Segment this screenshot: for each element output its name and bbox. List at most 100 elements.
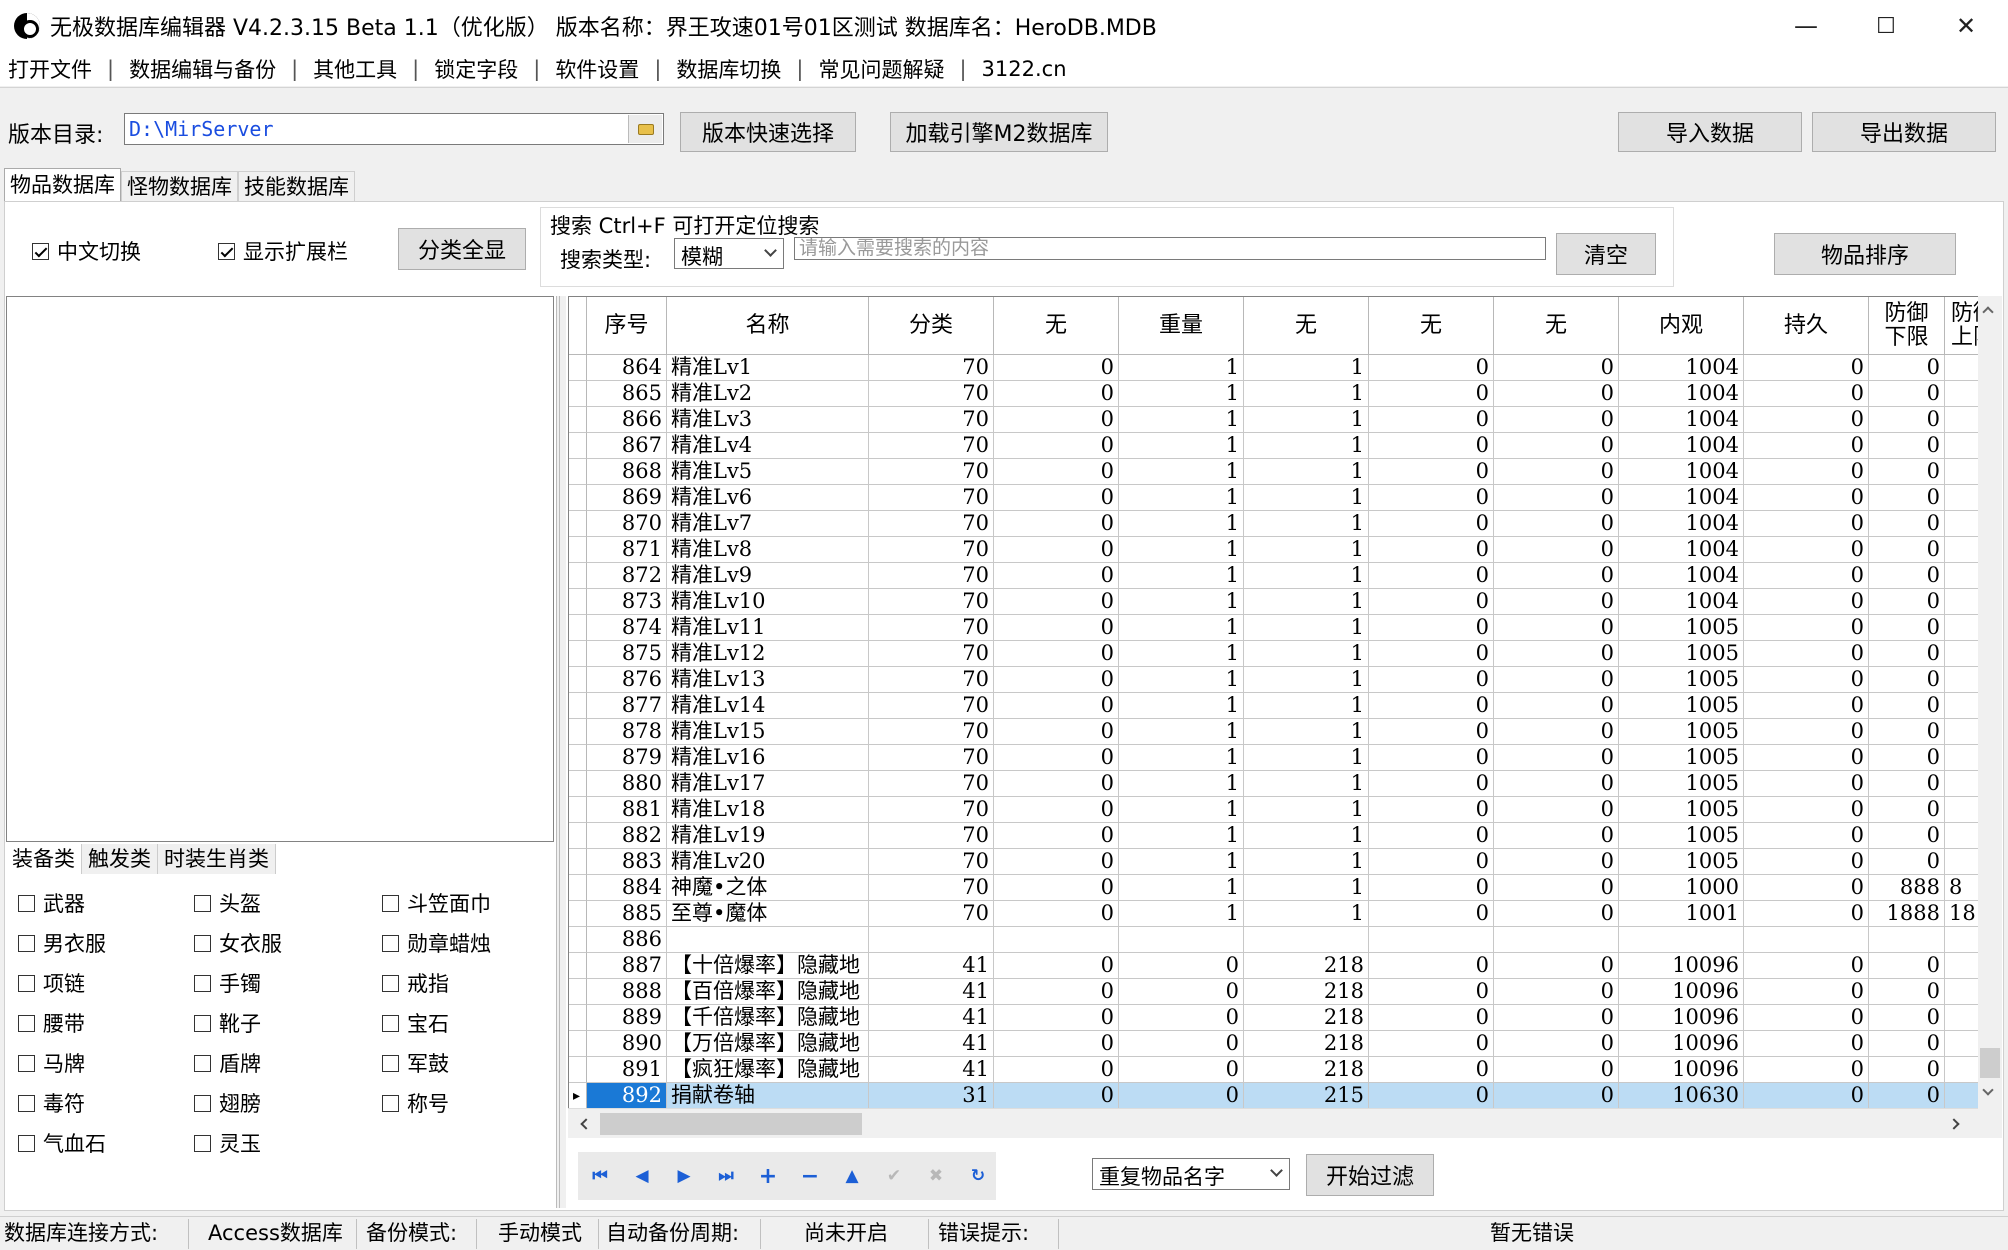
category-checkbox[interactable]: 头盔	[194, 888, 261, 918]
subtab-equipment[interactable]: 装备类	[6, 844, 82, 874]
table-cell[interactable]: 1	[1244, 797, 1369, 823]
table-cell[interactable]: 1000	[1619, 875, 1744, 901]
table-cell[interactable]: 0	[1869, 563, 1945, 589]
table-cell[interactable]: 1	[1244, 641, 1369, 667]
table-cell[interactable]: 891	[587, 1057, 667, 1083]
table-cell[interactable]: 1888	[1869, 901, 1945, 927]
table-row[interactable]: 866 精准Lv3 70 0 1 1 0 0 1004 0 0	[569, 407, 1979, 433]
table-cell[interactable]: 0	[994, 537, 1119, 563]
table-cell[interactable]: 0	[1369, 407, 1494, 433]
refresh-icon[interactable]: ↻	[966, 1164, 990, 1188]
table-cell[interactable]: 0	[1369, 433, 1494, 459]
table-cell[interactable]: 70	[869, 563, 994, 589]
table-cell[interactable]: 892	[587, 1083, 667, 1109]
row-indicator[interactable]	[569, 511, 587, 537]
table-cell[interactable]: 1	[1119, 511, 1244, 537]
row-indicator[interactable]	[569, 875, 587, 901]
table-cell[interactable]: 70	[869, 459, 994, 485]
row-indicator[interactable]	[569, 1031, 587, 1057]
table-cell[interactable]: 0	[1744, 589, 1869, 615]
table-cell[interactable]: 0	[1869, 537, 1945, 563]
row-indicator[interactable]	[569, 485, 587, 511]
table-row[interactable]: 867 精准Lv4 70 0 1 1 0 0 1004 0 0	[569, 433, 1979, 459]
table-cell[interactable]: 18	[1945, 901, 1979, 927]
table-cell[interactable]: 0	[1494, 693, 1619, 719]
import-data-button[interactable]: 导入数据	[1618, 112, 1802, 152]
table-cell[interactable]	[869, 927, 994, 953]
table-cell[interactable]: 0	[1494, 641, 1619, 667]
category-checkbox[interactable]: 马牌	[18, 1048, 85, 1078]
table-cell[interactable]: 0	[1494, 563, 1619, 589]
table-row[interactable]: 878 精准Lv15 70 0 1 1 0 0 1005 0 0	[569, 719, 1979, 745]
table-cell[interactable]: 878	[587, 719, 667, 745]
table-cell[interactable]: 1	[1244, 355, 1369, 381]
table-cell[interactable]: 218	[1244, 979, 1369, 1005]
table-cell[interactable]: 0	[994, 693, 1119, 719]
table-cell[interactable]: 精准Lv7	[667, 511, 869, 537]
table-cell[interactable]: 0	[1369, 641, 1494, 667]
table-cell[interactable]: 872	[587, 563, 667, 589]
table-cell[interactable]: 1	[1119, 823, 1244, 849]
table-cell[interactable]: 0	[1869, 381, 1945, 407]
table-cell[interactable]	[994, 927, 1119, 953]
table-row[interactable]: 869 精准Lv6 70 0 1 1 0 0 1004 0 0	[569, 485, 1979, 511]
show-all-categories-button[interactable]: 分类全显	[398, 228, 526, 270]
table-cell[interactable]	[1945, 667, 1979, 693]
table-cell[interactable]: 1	[1244, 563, 1369, 589]
last-record-icon[interactable]: ⏭	[714, 1164, 738, 1188]
table-cell[interactable]	[1945, 719, 1979, 745]
table-cell[interactable]	[1494, 927, 1619, 953]
table-cell[interactable]: 0	[1494, 901, 1619, 927]
close-button[interactable]: ✕	[1926, 0, 2006, 52]
table-cell[interactable]: 1	[1119, 615, 1244, 641]
menu-db-switch[interactable]: 数据库切换	[676, 54, 781, 84]
table-cell[interactable]: 888	[1869, 875, 1945, 901]
table-cell[interactable]: 877	[587, 693, 667, 719]
table-cell[interactable]: 0	[1744, 745, 1869, 771]
table-cell[interactable]: 精准Lv10	[667, 589, 869, 615]
table-cell[interactable]: 0	[1494, 1057, 1619, 1083]
table-cell[interactable]: 1004	[1619, 485, 1744, 511]
category-checkbox[interactable]: 毒符	[18, 1088, 85, 1118]
table-cell[interactable]	[1945, 745, 1979, 771]
table-cell[interactable]: 0	[1494, 381, 1619, 407]
table-cell[interactable]	[1945, 1031, 1979, 1057]
table-cell[interactable]: 70	[869, 693, 994, 719]
table-cell[interactable]: 0	[1869, 459, 1945, 485]
menu-open-file[interactable]: 打开文件	[8, 54, 92, 84]
column-header[interactable]: 重量	[1119, 297, 1244, 355]
table-cell[interactable]: 1	[1244, 433, 1369, 459]
column-header[interactable]: 防御 下限	[1869, 297, 1945, 355]
menu-website[interactable]: 3122.cn	[982, 57, 1067, 81]
table-cell[interactable]: 0	[994, 1057, 1119, 1083]
table-cell[interactable]: 0	[1119, 979, 1244, 1005]
table-cell[interactable]: 精准Lv3	[667, 407, 869, 433]
table-cell[interactable]: 0	[1494, 1083, 1619, 1109]
export-data-button[interactable]: 导出数据	[1812, 112, 1996, 152]
table-cell[interactable]: 【疯狂爆率】隐藏地	[667, 1057, 869, 1083]
tab-item-db[interactable]: 物品数据库	[4, 168, 121, 201]
category-checkbox[interactable]: 腰带	[18, 1008, 85, 1038]
column-header[interactable]: 分类	[869, 297, 994, 355]
table-cell[interactable]	[1945, 355, 1979, 381]
table-cell[interactable]: 883	[587, 849, 667, 875]
table-cell[interactable]	[1945, 1005, 1979, 1031]
row-indicator[interactable]	[569, 901, 587, 927]
table-cell[interactable]: 70	[869, 797, 994, 823]
table-cell[interactable]: 888	[587, 979, 667, 1005]
row-indicator[interactable]	[569, 745, 587, 771]
table-cell[interactable]: 1005	[1619, 641, 1744, 667]
category-checkbox[interactable]: 气血石	[18, 1128, 106, 1158]
table-cell[interactable]: 精准Lv2	[667, 381, 869, 407]
table-cell[interactable]	[1945, 1083, 1979, 1109]
table-cell[interactable]: 0	[1869, 823, 1945, 849]
table-cell[interactable]: 0	[994, 407, 1119, 433]
table-cell[interactable]: 0	[1369, 719, 1494, 745]
table-cell[interactable]: 10096	[1619, 979, 1744, 1005]
table-cell[interactable]: 1	[1244, 771, 1369, 797]
table-cell[interactable]: 218	[1244, 1057, 1369, 1083]
table-cell[interactable]	[1244, 927, 1369, 953]
table-row[interactable]: 880 精准Lv17 70 0 1 1 0 0 1005 0 0	[569, 771, 1979, 797]
table-cell[interactable]: 869	[587, 485, 667, 511]
table-cell[interactable]: 0	[1744, 459, 1869, 485]
